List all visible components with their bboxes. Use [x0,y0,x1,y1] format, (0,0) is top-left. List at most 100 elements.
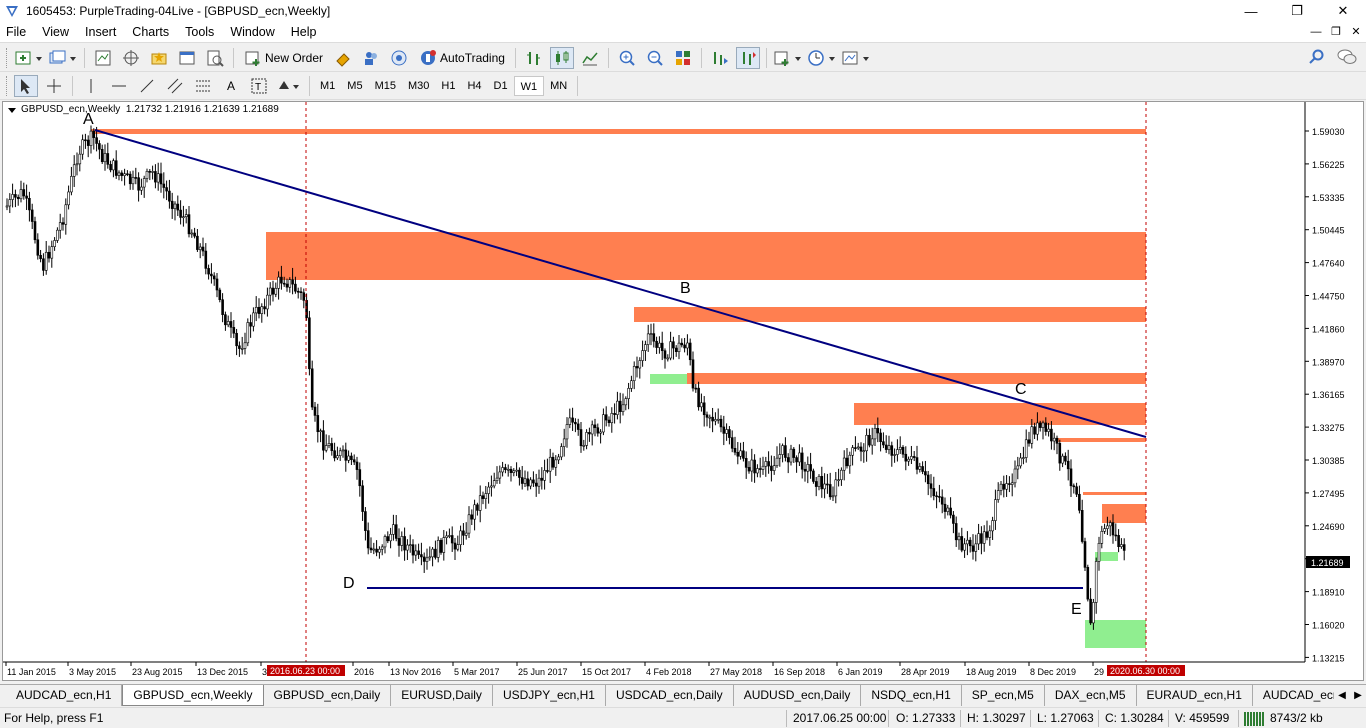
menu-charts[interactable]: Charts [124,22,177,43]
data-window-button[interactable] [119,47,143,69]
price-chart[interactable]: ABCDE 1.590301.562251.533351.504451.4764… [3,102,1363,680]
candlestick-button[interactable] [549,46,574,69]
cursor-button[interactable] [14,74,38,97]
tab-sp-m5[interactable]: SP_ecn,M5 [962,685,1045,706]
candle-body [646,333,650,345]
tab-eurusd-daily[interactable]: EURUSD,Daily [391,685,493,706]
tab-euraud-h1[interactable]: EURAUD_ecn,H1 [1137,685,1253,706]
profiles-button[interactable] [48,47,78,69]
candle-body [912,456,916,458]
timeframe-m15-button[interactable]: M15 [369,76,402,96]
signal-icon [391,50,407,65]
chart-window[interactable]: ABCDE 1.59030 1.56225 1.53335 1.50445 1.4764… [2,101,1364,681]
current-price-label: 1.21689 [1311,558,1344,568]
mdi-minimize-button[interactable]: — [1306,22,1326,43]
timeframe-m5-button[interactable]: M5 [341,76,368,96]
chat-button[interactable] [1336,48,1358,69]
tab-usdjpy-h1[interactable]: USDJPY_ecn,H1 [493,685,606,706]
close-button[interactable]: ✕ [1320,0,1366,22]
indicators-icon [774,51,801,66]
candle-body [814,481,818,487]
timeframe-h1-button[interactable]: H1 [435,76,461,96]
templates-button[interactable] [841,47,871,69]
tab-usdcad-daily[interactable]: USDCAD_ecn,Daily [606,685,734,706]
timeframe-m30-button[interactable]: M30 [402,76,435,96]
candle-body [50,246,54,259]
market-watch-button[interactable] [91,47,115,69]
navigator-button[interactable] [147,47,171,69]
autotrading-button[interactable]: AutoTrading [415,47,509,69]
timeframe-w1-button[interactable]: W1 [513,75,545,96]
market-watch-icon [95,50,111,65]
candle-body [117,172,121,176]
maximize-button[interactable]: ❐ [1274,0,1320,22]
text-label-button[interactable]: T [247,75,271,97]
menu-tools[interactable]: Tools [177,22,222,43]
candle-body [910,456,913,460]
candle-body [481,495,485,499]
crosshair-button[interactable] [42,75,66,97]
candle-body [445,535,448,538]
candle-body [982,531,986,544]
metaeditor-button[interactable] [331,47,355,69]
tab-nsdq-h1[interactable]: NSDQ_ecn,H1 [861,685,962,706]
candle-body [417,550,420,555]
candle-body [1106,525,1109,529]
tab-audcad-h1[interactable]: AUDCAD_ecn,H1 [0,685,123,706]
horizontal-line-button[interactable] [107,75,131,97]
menu-file[interactable]: File [0,22,34,43]
trendline-button[interactable] [135,75,159,97]
search-button[interactable] [1308,48,1326,69]
tab-gbpusd-daily[interactable]: GBPUSD_ecn,Daily [264,685,392,706]
chart-shift-button[interactable] [708,47,732,69]
tab-dax-m5[interactable]: DAX_ecn,M5 [1045,685,1137,706]
candle-body [859,446,863,452]
candle-body [431,548,434,558]
candle-body [280,276,283,284]
timeframe-h4-button[interactable]: H4 [461,76,487,96]
mdi-restore-button[interactable]: ❐ [1326,22,1346,43]
status-datetime: 2017.06.25 00:00 [793,711,887,725]
candle-body [268,287,272,296]
indicators-button[interactable] [773,47,803,69]
menu-window[interactable]: Window [222,22,282,43]
zoom-out-button[interactable] [643,47,667,69]
market-button[interactable] [387,47,411,69]
text-button[interactable]: A [219,75,243,97]
timeframe-d1-button[interactable]: D1 [488,76,514,96]
autotrading-icon [421,49,437,65]
bar-chart-button[interactable] [522,47,546,69]
zoom-in-button[interactable] [615,47,639,69]
candle-body [767,461,770,467]
tab-scroll-left-button[interactable]: ◀ [1334,685,1350,706]
arrows-button[interactable] [275,75,303,97]
candle-body [204,250,208,269]
candle-body [868,434,871,446]
minimize-button[interactable]: — [1228,0,1274,22]
new-chart-button[interactable] [14,47,44,69]
candle-body [380,546,384,550]
timeframe-m1-button[interactable]: M1 [314,76,341,96]
signals-button[interactable] [359,47,383,69]
price-label: 1.38970 [1312,357,1345,367]
channel-button[interactable] [163,75,187,97]
supply-zone [687,373,1146,384]
tile-windows-button[interactable] [671,47,695,69]
fibonacci-button[interactable] [191,75,215,97]
autoscroll-button[interactable] [735,46,760,69]
tab-audusd-daily[interactable]: AUDUSD_ecn,Daily [734,685,862,706]
tab-gbpusd-weekly[interactable]: GBPUSD_ecn,Weekly [122,685,264,706]
periods-button[interactable] [807,47,837,69]
mdi-close-button[interactable]: ✕ [1346,22,1366,43]
menu-insert[interactable]: Insert [77,22,124,43]
line-chart-button[interactable] [578,47,602,69]
tab-scroll-right-button[interactable]: ▶ [1350,685,1366,706]
vertical-line-button[interactable] [79,75,103,97]
menu-help[interactable]: Help [283,22,325,43]
candle-body [890,445,894,456]
new-order-button[interactable]: New Order [240,47,327,69]
strategy-tester-button[interactable] [203,47,227,69]
timeframe-mn-button[interactable]: MN [544,76,573,96]
menu-view[interactable]: View [34,22,77,43]
terminal-button[interactable] [175,47,199,69]
